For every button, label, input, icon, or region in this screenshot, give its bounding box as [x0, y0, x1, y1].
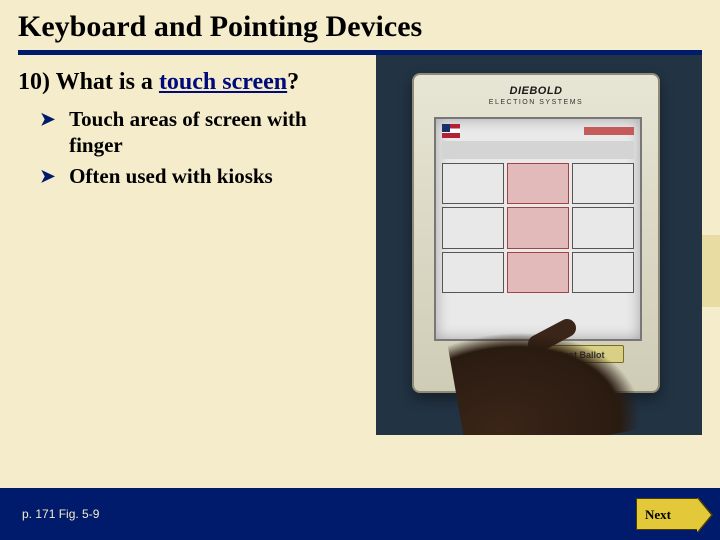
title-area: Keyboard and Pointing Devices: [0, 0, 720, 44]
slide-title: Keyboard and Pointing Devices: [18, 10, 720, 44]
bullet-list: ➤ Touch areas of screen with finger ➤ Of…: [18, 106, 348, 189]
next-button[interactable]: Next: [636, 498, 698, 530]
ballot-cell: [572, 163, 634, 204]
ballot-cell: [442, 163, 504, 204]
bullet-text: Touch areas of screen with finger: [69, 106, 348, 159]
ballot-cell: [572, 252, 634, 293]
list-item: ➤ Often used with kiosks: [40, 163, 348, 189]
screen-topbar: [442, 125, 634, 137]
touchscreen-photo: DIEBOLD ELECTION SYSTEMS: [376, 55, 702, 435]
bullet-arrow-icon: ➤: [40, 163, 55, 189]
flag-icon: [442, 124, 460, 138]
footer-bar: p. 171 Fig. 5-9 Next: [0, 488, 720, 540]
ballot-grid: [442, 163, 634, 293]
content-area: 10) What is a touch screen? ➤ Touch area…: [0, 55, 720, 189]
question-number: 10): [18, 69, 50, 95]
ballot-cell: [507, 207, 569, 248]
question-suffix: ?: [287, 69, 299, 95]
list-item: ➤ Touch areas of screen with finger: [40, 106, 348, 159]
bullet-text: Often used with kiosks: [69, 163, 348, 189]
kiosk-screen: [434, 117, 642, 341]
color-stripe: [584, 127, 634, 135]
screen-text-block: [442, 141, 634, 159]
kiosk-subtitle: ELECTION SYSTEMS: [414, 99, 658, 106]
ballot-cell: [442, 207, 504, 248]
page-reference: p. 171 Fig. 5-9: [22, 507, 99, 521]
ballot-cell: [507, 163, 569, 204]
ballot-cell: [442, 252, 504, 293]
ballot-cell: [507, 252, 569, 293]
touch-screen-link[interactable]: touch screen: [159, 69, 287, 95]
bullet-arrow-icon: ➤: [40, 106, 55, 159]
ballot-cell: [572, 207, 634, 248]
slide: Keyboard and Pointing Devices 10) What i…: [0, 0, 720, 540]
kiosk-brand: DIEBOLD: [414, 85, 658, 97]
question-prefix: What is a: [56, 69, 159, 95]
